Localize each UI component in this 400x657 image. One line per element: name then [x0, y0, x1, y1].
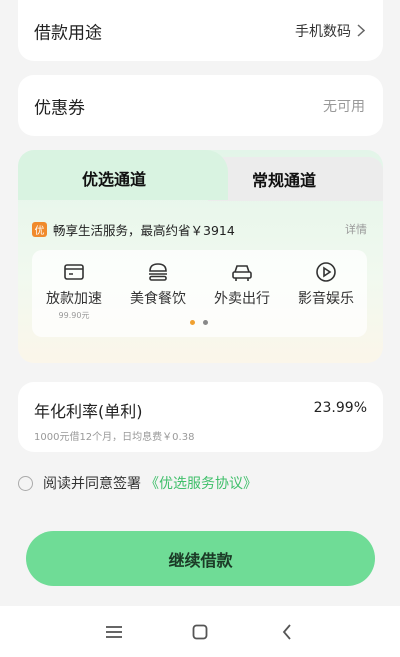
service-price: 99.90元 — [58, 311, 90, 320]
system-nav-bar — [0, 606, 400, 657]
coupon-value: 无可用 — [323, 98, 365, 115]
service-delivery-travel[interactable]: 外卖出行 — [200, 260, 284, 308]
menu-button[interactable] — [100, 618, 128, 646]
agreement-text: 阅读并同意签署 — [43, 476, 141, 492]
loan-purpose-value-text: 手机数码 — [295, 23, 351, 40]
promo-text: 畅享生活服务，最高约省￥3914 — [53, 223, 235, 238]
tab-preferred-channel[interactable]: 优选通道 — [82, 166, 146, 190]
service-entertainment[interactable]: 影音娱乐 — [284, 260, 368, 308]
service-label: 放款加速 — [46, 291, 102, 307]
interest-rate-title: 年化利率(单利) — [34, 402, 143, 421]
loan-purpose-value[interactable]: 手机数码 — [295, 21, 365, 41]
promo-details-link[interactable]: 详情 — [345, 221, 367, 237]
home-button[interactable] — [186, 618, 214, 646]
service-fast-loan[interactable]: 放款加速 99.90元 — [32, 260, 116, 321]
service-food[interactable]: 美食餐饮 — [116, 260, 200, 308]
agreement-checkbox[interactable] — [18, 475, 33, 491]
home-square-icon — [192, 624, 208, 640]
coupon-row[interactable]: 优惠券 无可用 — [18, 75, 383, 136]
burger-icon — [149, 263, 167, 281]
payment-card-icon — [64, 264, 84, 280]
page-dot — [203, 320, 208, 325]
coupon-label: 优惠券 — [34, 98, 85, 118]
interest-rate-card: 年化利率(单利) 23.99% 1000元借12个月，日均息费￥0.38 — [18, 382, 383, 452]
agreement-row: 阅读并同意签署 《优选服务协议》 — [18, 473, 257, 493]
promo-badge: 优 — [32, 222, 47, 237]
chevron-right-icon — [357, 24, 365, 37]
continue-borrowing-button[interactable]: 继续借款 — [26, 531, 375, 586]
page-indicator — [190, 320, 208, 325]
tab-regular-channel[interactable]: 常规通道 — [252, 167, 316, 191]
service-label: 影音娱乐 — [298, 291, 354, 307]
promo-banner: 优 畅享生活服务，最高约省￥3914 — [32, 220, 235, 239]
loan-purpose-label: 借款用途 — [34, 23, 102, 43]
menu-icon — [106, 626, 122, 638]
agreement-link[interactable]: 《优选服务协议》 — [145, 473, 257, 493]
service-label: 美食餐饮 — [130, 291, 186, 307]
channel-card: 优选通道 常规通道 优 畅享生活服务，最高约省￥3914 详情 放款加速 99.… — [18, 150, 383, 363]
service-label: 外卖出行 — [214, 291, 270, 307]
page-dot-active — [190, 320, 195, 325]
back-chevron-icon — [282, 624, 291, 640]
interest-rate-value: 23.99% — [313, 400, 367, 416]
car-icon — [232, 265, 252, 281]
loan-purpose-row[interactable]: 借款用途 手机数码 — [18, 0, 383, 61]
interest-rate-example: 1000元借12个月，日均息费￥0.38 — [34, 432, 195, 443]
back-button[interactable] — [273, 618, 301, 646]
play-icon — [316, 262, 336, 282]
